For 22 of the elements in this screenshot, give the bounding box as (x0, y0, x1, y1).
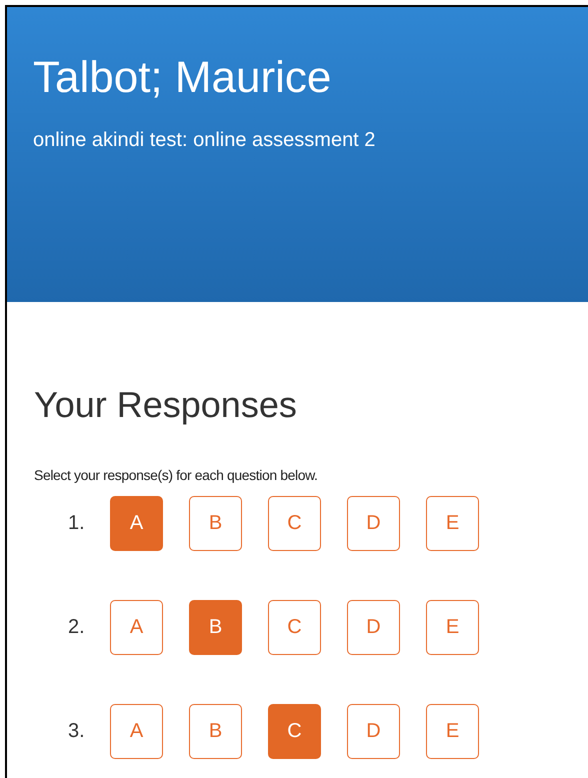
assessment-title: online akindi test: online assessment 2 (33, 128, 376, 152)
answer-option[interactable]: B (189, 704, 242, 759)
question-number: 2. (68, 616, 86, 639)
answer-option[interactable]: A (110, 704, 163, 759)
answer-option[interactable]: A (110, 496, 163, 551)
answer-option[interactable]: C (268, 704, 321, 759)
answer-option[interactable]: E (426, 704, 479, 759)
question-number: 3. (68, 720, 86, 743)
answer-option[interactable]: C (268, 600, 321, 655)
instruction-text: Select your response(s) for each question below. (34, 466, 319, 484)
answer-option[interactable]: D (347, 704, 400, 759)
answer-option[interactable]: C (268, 496, 321, 551)
answer-option[interactable]: D (347, 496, 400, 551)
student-name: Talbot; Maurice (33, 52, 332, 104)
answer-option[interactable]: E (426, 496, 479, 551)
answer-option[interactable]: B (189, 600, 242, 655)
section-heading: Your Responses (34, 384, 298, 426)
answer-option[interactable]: D (347, 600, 400, 655)
question-number: 1. (68, 512, 86, 535)
answer-option[interactable]: A (110, 600, 163, 655)
answer-option[interactable]: E (426, 600, 479, 655)
answer-option[interactable]: B (189, 496, 242, 551)
